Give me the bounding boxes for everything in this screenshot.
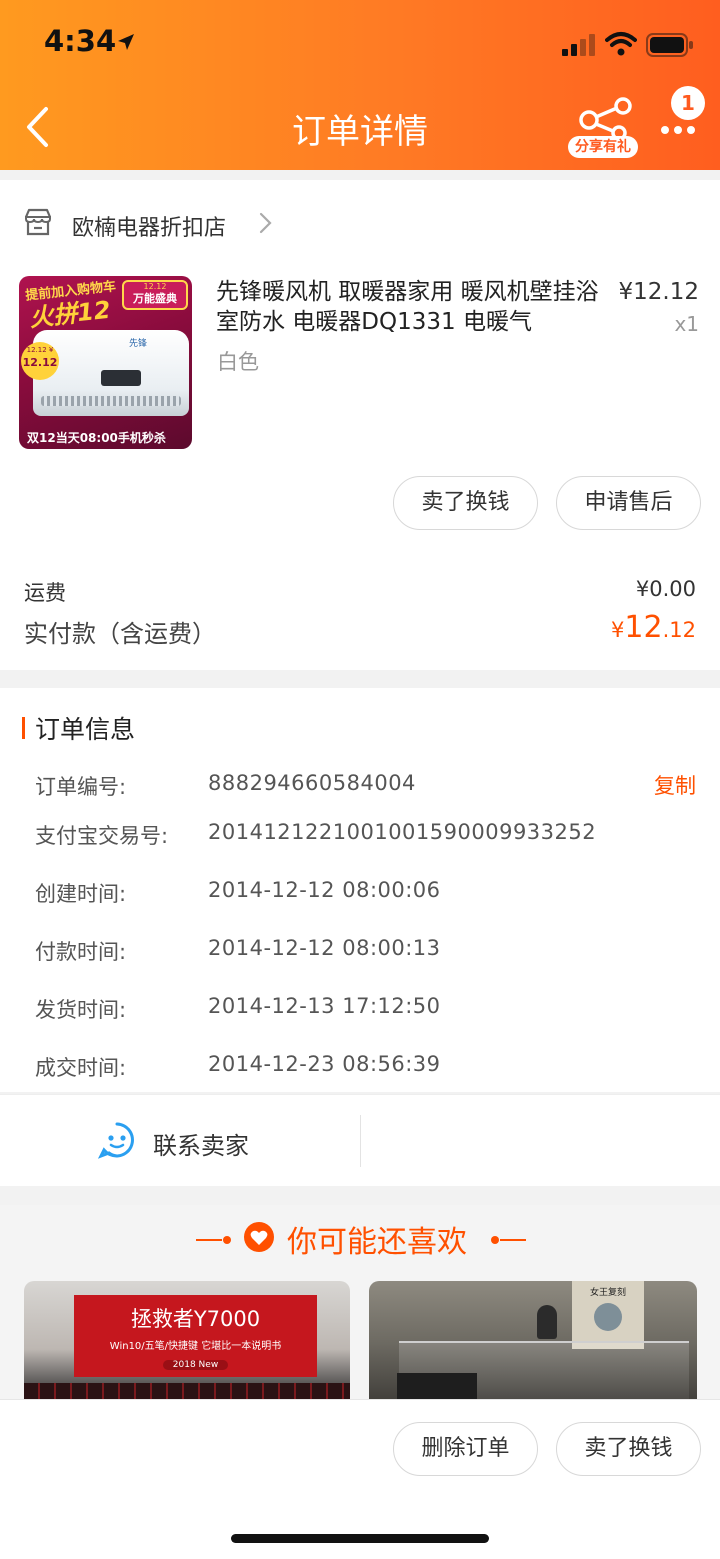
- heart-icon: [243, 1221, 275, 1257]
- product-price: ¥12.12: [618, 279, 699, 305]
- paid-currency: ¥: [611, 618, 625, 642]
- shipped-time-value: 2014-12-13 17:12:50: [208, 994, 441, 1018]
- contact-seller-label: 联系卖家: [153, 1132, 249, 1160]
- more-icon: [660, 120, 696, 139]
- figure-poster-face: [594, 1303, 622, 1331]
- bottom-sell-button[interactable]: 卖了换钱: [556, 1422, 701, 1476]
- laptop-subtitle: Win10/五笔/快捷键 它堪比一本说明书: [109, 1341, 282, 1352]
- paid-int: 12: [624, 610, 663, 645]
- created-time-value: 2014-12-12 08:00:06: [208, 878, 441, 902]
- thumb-big-text: 火拼12: [28, 295, 112, 333]
- sell-button[interactable]: 卖了换钱: [393, 476, 538, 530]
- paid-time-value: 2014-12-12 08:00:13: [208, 936, 441, 960]
- thumb-tag-top: 12.12 ¥: [26, 346, 54, 354]
- order-info-heading: 订单信息: [35, 715, 136, 744]
- thumb-badge-main: 万能盛典: [133, 292, 177, 305]
- thumb-badge-top: 12.12: [143, 282, 167, 291]
- shop-name: 欧楠电器折扣店: [72, 216, 227, 241]
- thumb-brand: 先锋: [129, 339, 148, 349]
- product-quantity: x1: [674, 312, 699, 336]
- shop-row[interactable]: 欧楠电器折扣店: [0, 180, 720, 266]
- contact-divider: [360, 1115, 361, 1167]
- product-title[interactable]: 先锋暖风机 取暖器家用 暖风机壁挂浴室防水 电暖器DQ1331 电暖气: [216, 277, 608, 337]
- figure-statue: [537, 1305, 557, 1339]
- share-label: 分享有礼: [568, 136, 638, 158]
- order-card: 欧楠电器折扣店 提前加入购物车 火拼12 12.12 万能盛典 先锋 12.12…: [0, 180, 720, 670]
- contact-section: 联系卖家: [0, 1094, 720, 1186]
- product-thumbnail[interactable]: 提前加入购物车 火拼12 12.12 万能盛典 先锋 12.12 ¥ 12.12…: [19, 276, 192, 449]
- notification-badge: 1: [671, 86, 705, 120]
- paid-amount: ¥12.12: [611, 610, 696, 645]
- laptop-title: 拯救者Y7000: [130, 1307, 261, 1331]
- wifi-icon: [605, 31, 637, 61]
- figure-poster-title: 女王复刻: [589, 1288, 626, 1298]
- thumb-badge: 12.12 万能盛典: [122, 280, 188, 310]
- order-number-label: 订单编号:: [35, 775, 127, 799]
- paid-time-label: 付款时间:: [35, 940, 127, 964]
- shipping-value: ¥0.00: [635, 577, 696, 601]
- header-bar: 4:34 订单详情 分享有礼 1: [0, 0, 720, 170]
- chevron-right-icon: [258, 212, 272, 238]
- thumb-price-tag: 12.12 ¥ 12.12: [21, 342, 59, 380]
- shipping-label: 运费: [24, 581, 66, 605]
- recommend-card-figure[interactable]: 女王复刻: [369, 1281, 697, 1405]
- figure-poster: 女王复刻: [572, 1281, 644, 1349]
- battery-icon: [646, 33, 694, 61]
- shipped-time-label: 发货时间:: [35, 998, 127, 1022]
- recommend-card-laptop[interactable]: 拯救者Y7000 Win10/五笔/快捷键 它堪比一本说明书 2018 New: [24, 1281, 350, 1405]
- product-variant: 白色: [217, 350, 259, 374]
- alipay-trade-label: 支付宝交易号:: [35, 824, 169, 848]
- after-sale-button[interactable]: 申请售后: [556, 476, 701, 530]
- signal-icon: [562, 34, 598, 60]
- location-arrow-icon: [116, 32, 136, 56]
- order-info-section: 订单信息 订单编号: 888294660584004 复制 支付宝交易号: 20…: [0, 688, 720, 1092]
- alipay-trade-value: 2014121221001001590009933252: [208, 820, 597, 844]
- status-time: 4:34: [44, 24, 117, 58]
- section-accent-bar: [22, 717, 25, 739]
- created-time-label: 创建时间:: [35, 882, 127, 906]
- paid-label: 实付款（含运费）: [24, 620, 216, 648]
- chat-icon: [97, 1121, 136, 1163]
- left-ornament-icon: [196, 1231, 232, 1250]
- laptop-tag: 2018 New: [162, 1360, 229, 1370]
- completed-time-value: 2014-12-23 08:56:39: [208, 1052, 441, 1076]
- thumb-heater-panel: [101, 370, 141, 386]
- thumb-heater-vent: [41, 396, 181, 406]
- thumb-tag: 12.12: [22, 356, 58, 369]
- order-number-value: 888294660584004: [208, 771, 416, 795]
- store-icon: [23, 208, 53, 240]
- copy-button[interactable]: 复制: [654, 770, 696, 800]
- share-button[interactable]: 分享有礼: [568, 96, 638, 160]
- recommend-section: 你可能还喜欢 拯救者Y7000 Win10/五笔/快捷键 它堪比一本说明书 20…: [0, 1205, 720, 1405]
- delete-order-button[interactable]: 删除订单: [393, 1422, 538, 1476]
- right-ornament-icon: [490, 1231, 526, 1250]
- bottom-action-bar: 删除订单 卖了换钱: [0, 1399, 720, 1559]
- paid-dec: .12: [662, 618, 696, 642]
- laptop-banner: 拯救者Y7000 Win10/五笔/快捷键 它堪比一本说明书 2018 New: [74, 1295, 317, 1377]
- thumb-bottom-text: 双12当天08:00手机秒杀: [27, 431, 166, 445]
- recommend-title: 你可能还喜欢: [287, 1225, 467, 1260]
- contact-seller-button[interactable]: 联系卖家: [0, 1095, 360, 1187]
- completed-time-label: 成交时间:: [35, 1056, 127, 1080]
- home-indicator: [231, 1534, 489, 1543]
